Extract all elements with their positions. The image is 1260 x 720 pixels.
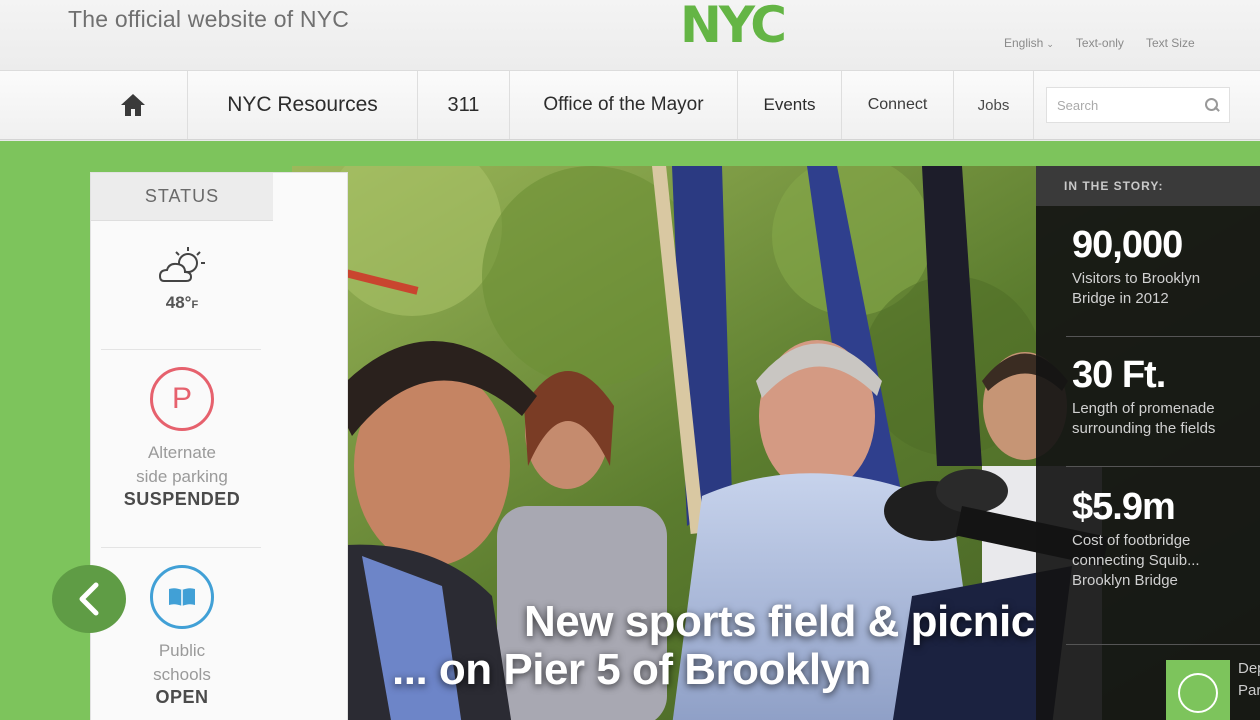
search-icon[interactable] [1205, 98, 1219, 112]
status-divider [101, 349, 261, 350]
nav-office-of-the-mayor[interactable]: Office of the Mayor [510, 71, 738, 139]
nav-311[interactable]: 311 [418, 71, 510, 139]
chevron-left-icon [79, 582, 99, 616]
schools-label-line: schools [153, 665, 211, 684]
status-title: STATUS [91, 173, 273, 221]
search-input[interactable]: Search [1057, 98, 1098, 113]
parking-status[interactable]: P Alternate side parking SUSPENDED [91, 367, 273, 510]
nav-connect[interactable]: Connect [842, 71, 954, 139]
weather-status[interactable]: 48°F [91, 243, 273, 313]
schools-label: Public schools [153, 639, 211, 687]
main-nav: NYC Resources 311 Office of the Mayor Ev… [0, 70, 1260, 140]
temperature-unit: F [191, 299, 199, 311]
nyc-logo[interactable]: NYC [680, 0, 787, 54]
stat-number: 30 Ft. [1072, 354, 1166, 396]
schools-label-line: Public [158, 641, 206, 660]
language-select[interactable]: English ⌄ [1004, 36, 1054, 50]
parking-icon-letter: P [171, 382, 192, 415]
site-header: The official website of NYC NYC English ⌄… [0, 0, 1260, 70]
nav-nyc-resources[interactable]: NYC Resources [188, 71, 418, 139]
parks-link-card[interactable] [1166, 660, 1230, 720]
chevron-down-icon: ⌄ [1046, 39, 1054, 49]
nav-home[interactable] [0, 71, 188, 139]
stat-description: Length of promenade surrounding the fiel… [1072, 399, 1215, 439]
stat-number: $5.9m [1072, 486, 1176, 528]
temperature: 48°F [166, 293, 198, 313]
story-stat: 90,000 Visitors to Brooklyn Bridge in 20… [1072, 224, 1200, 309]
stat-description: Visitors to Brooklyn Bridge in 2012 [1072, 269, 1200, 309]
parking-label: Alternate side parking [136, 441, 228, 489]
story-stat: $5.9m Cost of footbridge connecting Squi… [1072, 486, 1200, 591]
stat-desc-line: Bridge in 2012 [1072, 290, 1169, 307]
parking-label-line: side parking [136, 467, 228, 486]
temperature-value: 48° [165, 293, 192, 312]
text-size-link[interactable]: Text Size [1146, 36, 1195, 50]
stat-desc-line: Visitors to Brooklyn [1072, 270, 1201, 287]
story-stat: 30 Ft. Length of promenade surrounding t… [1072, 354, 1215, 439]
story-divider [1066, 466, 1260, 467]
nav-events[interactable]: Events [738, 71, 842, 139]
story-divider [1066, 644, 1260, 645]
text-only-link[interactable]: Text-only [1076, 36, 1124, 50]
parks-leaf-icon [1178, 673, 1218, 713]
home-icon [120, 94, 145, 116]
language-label: English [1004, 36, 1044, 50]
utility-links: English ⌄ Text-only Text Size [1004, 36, 1195, 50]
hero-headline[interactable]: New sports field & picnic ... on Pier 5 … [392, 598, 1035, 694]
stat-desc-line: Cost of footbridge [1072, 532, 1191, 549]
parking-state: SUSPENDED [123, 489, 241, 509]
site-tagline: The official website of NYC [68, 6, 350, 32]
story-more-text[interactable]: Dep Park [1238, 658, 1260, 702]
parking-icon: P [150, 367, 214, 431]
more-line: Park [1238, 682, 1260, 699]
cloud-sun-icon [158, 247, 205, 282]
status-divider [101, 547, 261, 548]
nav-jobs[interactable]: Jobs [954, 71, 1034, 139]
more-line: Dep [1238, 660, 1260, 677]
stat-number: 90,000 [1072, 224, 1183, 266]
carousel-prev-button[interactable] [52, 565, 126, 633]
story-sidebar: IN THE STORY: 90,000 Visitors to Brookly… [1036, 166, 1260, 720]
stat-desc-line: Length of promenade [1072, 400, 1215, 417]
stat-desc-line: connecting Squib... [1072, 552, 1200, 569]
stat-desc-line: Brooklyn Bridge [1072, 572, 1178, 589]
book-icon [150, 565, 214, 629]
story-title: IN THE STORY: [1036, 166, 1260, 206]
search-box[interactable]: Search [1046, 87, 1230, 123]
parking-label-line: Alternate [147, 443, 217, 462]
stat-desc-line: surrounding the fields [1072, 420, 1216, 437]
story-divider [1066, 336, 1260, 337]
stat-description: Cost of footbridge connecting Squib... B… [1072, 531, 1200, 591]
headline-line-2: ... on Pier 5 of Brooklyn [392, 645, 871, 694]
status-panel: STATUS 48°F P Alternate side parking SUS… [90, 172, 348, 720]
headline-line-1: New sports field & picnic [524, 597, 1035, 646]
schools-state: OPEN [155, 687, 209, 707]
